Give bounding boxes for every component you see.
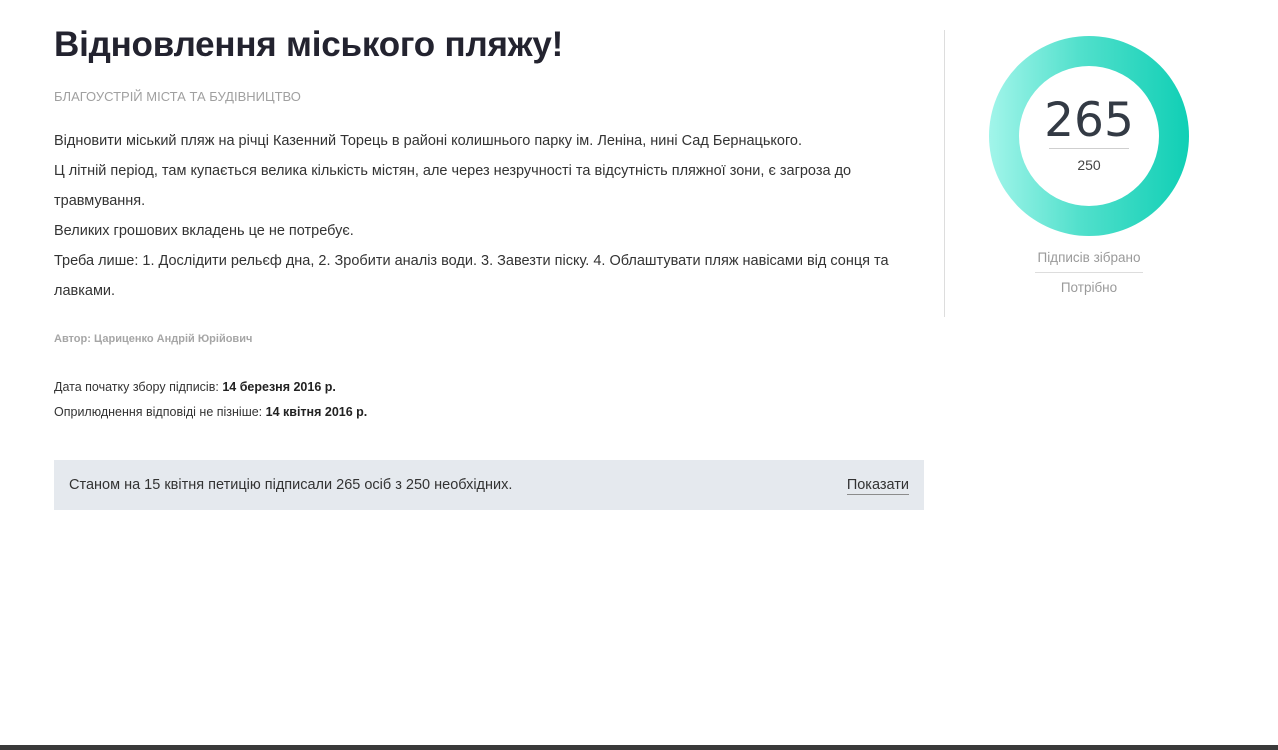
description-paragraph: Відновити міський пляж на річці Казенний… [54, 133, 803, 149]
petition-content: Відновлення міського пляжу! БЛАГОУСТРІЙ … [54, 22, 924, 425]
petition-category: БЛАГОУСТРІЙ МІСТА ТА БУДІВНИЦТВО [54, 89, 301, 104]
signature-counter: 265 250 [989, 36, 1189, 236]
petition-author: Автор: Цариценко Андрій Юрійович [54, 333, 253, 345]
signatures-status-bar: Станом на 15 квітня петицію підписали 26… [54, 460, 924, 510]
petition-description: Відновити міський пляж на річці Казенний… [54, 126, 924, 306]
vertical-divider [944, 30, 945, 317]
response-date-row: Оприлюднення відповіді не пізніше: 14 кв… [54, 400, 924, 425]
description-paragraph: Ц літній період, там купається велика кі… [54, 163, 852, 209]
petition-dates: Дата початку збору підписів: 14 березня … [54, 375, 924, 425]
petition-title: Відновлення міського пляжу! [54, 25, 564, 64]
start-date-row: Дата початку збору підписів: 14 березня … [54, 375, 924, 400]
counter-labels: Підписів зібрано Потрібно [1035, 248, 1143, 298]
collected-label: Підписів зібрано [1035, 248, 1143, 273]
required-count: 250 [1077, 157, 1101, 173]
collected-count: 265 [1044, 93, 1134, 148]
bottom-border [0, 745, 1278, 750]
petition-page: Відновлення міського пляжу! БЛАГОУСТРІЙ … [0, 0, 1278, 750]
response-date-value: 14 квітня 2016 р. [265, 405, 368, 419]
show-signatures-link[interactable]: Показати [846, 476, 909, 495]
description-paragraph: Треба лише: 1. Дослідити рельєф дна, 2. … [54, 253, 889, 299]
counter-divider [1049, 148, 1129, 149]
status-text: Станом на 15 квітня петицію підписали 26… [69, 477, 513, 493]
description-paragraph: Великих грошових вкладень це не потребує… [54, 223, 354, 239]
start-date-value: 14 березня 2016 р. [222, 380, 336, 394]
start-date-label: Дата початку збору підписів: [54, 380, 219, 394]
required-label: Потрібно [1060, 280, 1118, 295]
response-date-label: Оприлюднення відповіді не пізніше: [54, 405, 263, 419]
